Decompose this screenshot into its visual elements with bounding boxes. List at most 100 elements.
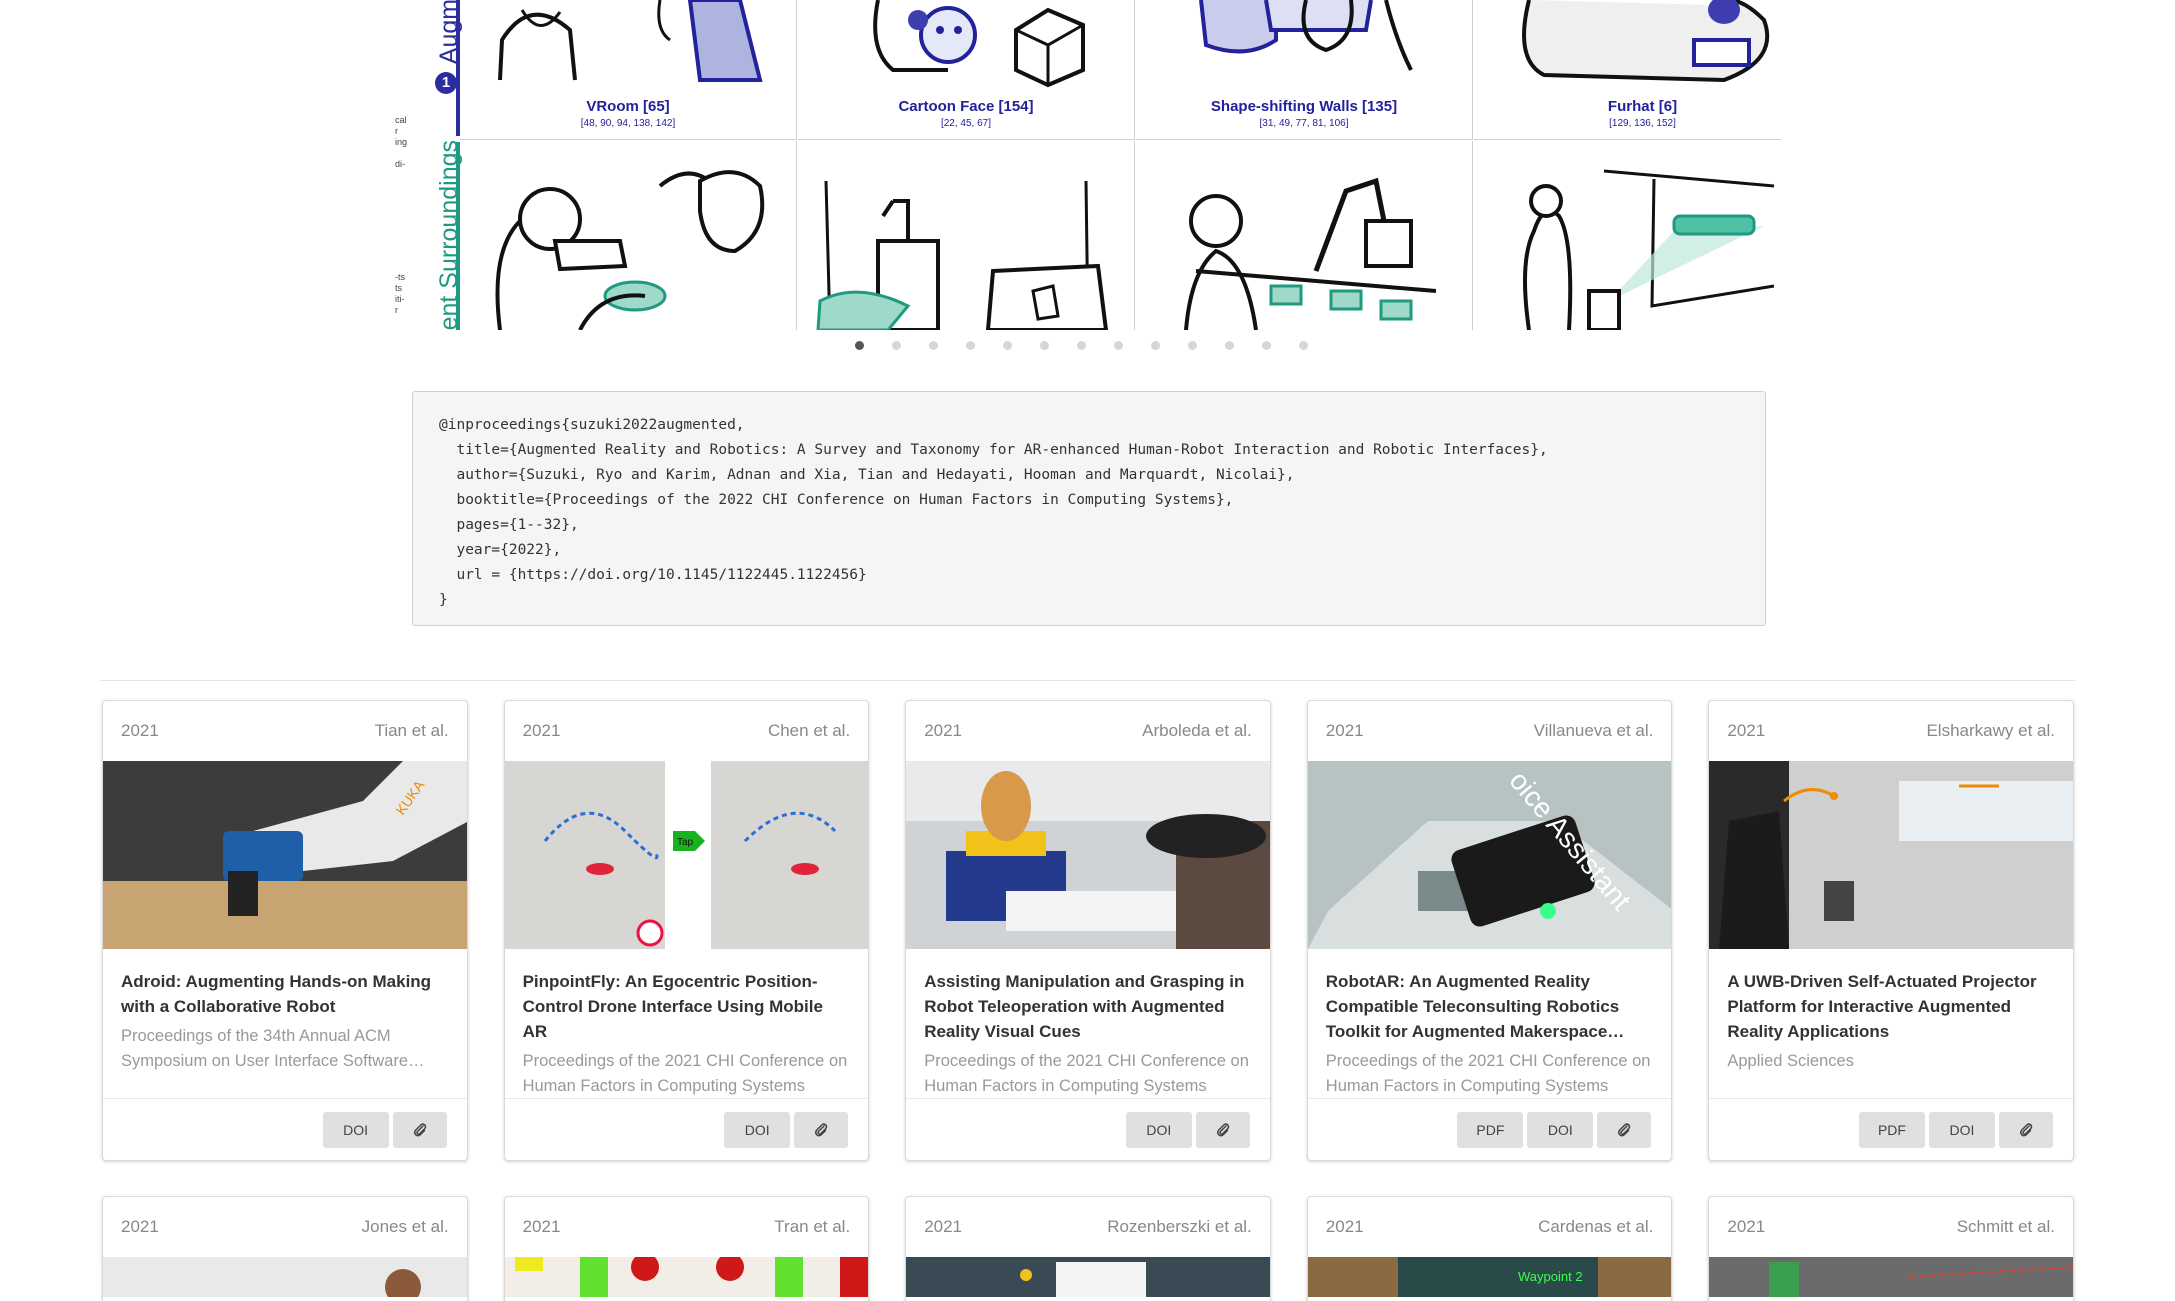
attach-button[interactable] [794, 1111, 849, 1148]
figure-cell-refs: [22, 45, 67] [940, 118, 992, 129]
tap-label-text: Tap [677, 837, 694, 848]
doi-button[interactable]: DOI [1125, 1111, 1192, 1148]
bibtex-citation: @inproceedings{suzuki2022augmented, titl… [412, 391, 1766, 626]
card-authors: Chen et al. [767, 721, 851, 740]
figure-carousel[interactable]: cal r ing di- -ts ts iti-r Augme 1 ent Surro… [395, 0, 1781, 330]
section-divider [100, 680, 2075, 681]
carousel-dot[interactable] [929, 341, 938, 350]
card-authors: Cardenas et al. [1538, 1217, 1654, 1236]
card-year: 2021 [924, 1217, 963, 1236]
card-header: 2021 Jones et al. [103, 1197, 467, 1257]
carousel-dot[interactable] [1151, 341, 1160, 350]
card-header: 2021 Cardenas et al. [1308, 1197, 1672, 1257]
carousel-dot[interactable] [892, 341, 901, 350]
paper-venue: Applied Sciences [1727, 1052, 1854, 1070]
bibtex-line: } [439, 592, 448, 608]
doi-button[interactable]: DOI [322, 1111, 389, 1148]
paper-thumbnail[interactable] [103, 1257, 467, 1301]
paper-card[interactable]: 2021 Villanueva et al. oice Assistant Ro… [1306, 700, 1673, 1161]
figure-cell-illustration [460, 141, 797, 330]
paper-thumbnail[interactable] [906, 1257, 1270, 1301]
side-text-fragment: cal r ing di- [395, 115, 408, 169]
carousel-dot[interactable] [1040, 341, 1049, 350]
figure-cell-refs: [129, 136, 152] [1609, 118, 1676, 129]
card-year: 2021 [1325, 1217, 1364, 1236]
paper-thumbnail[interactable]: oice Assistant [1307, 761, 1672, 949]
paper-title[interactable]: PinpointFly: An Egocentric Position-Cont… [523, 969, 851, 1044]
carousel-dot[interactable] [1114, 341, 1123, 350]
card-actions: PDF DOI [1709, 1098, 2073, 1160]
attach-button[interactable] [1195, 1111, 1250, 1148]
card-year: 2021 [1325, 721, 1364, 740]
related-papers-row: 2021 Tian et al. KUKA Adroid: Augmenting… [102, 700, 2074, 1161]
attach-button[interactable] [1597, 1111, 1652, 1148]
paper-card[interactable]: 2021 Arboleda et al. Assisting Manipulat… [905, 700, 1271, 1161]
paper-title[interactable]: Adroid: Augmenting Hands-on Making with … [121, 969, 449, 1019]
doi-button[interactable]: DOI [724, 1111, 791, 1148]
paper-card[interactable]: 2021 Rozenberszki et al. [905, 1196, 1271, 1301]
card-header: 2021 Rozenberszki et al. [906, 1197, 1270, 1257]
paper-thumbnail[interactable]: Tap [504, 761, 869, 949]
paper-thumbnail[interactable] [504, 1257, 869, 1301]
carousel-dot[interactable] [1003, 341, 1012, 350]
attach-button[interactable] [392, 1111, 447, 1148]
card-year: 2021 [924, 721, 963, 740]
figure-cell-cartoon-face: Cartoon Face [154] [22, 45, 67] [798, 0, 1135, 140]
card-authors: Schmitt et al. [1956, 1217, 2055, 1236]
card-authors: Tian et al. [374, 721, 449, 740]
card-year: 2021 [1727, 1217, 1766, 1236]
paperclip-icon [1216, 1122, 1230, 1136]
carousel-dot[interactable] [1225, 341, 1234, 350]
doi-button[interactable]: DOI [1527, 1111, 1594, 1148]
paper-thumbnail[interactable]: KUKA [103, 761, 467, 949]
card-authors: Rozenberszki et al. [1107, 1217, 1252, 1236]
card-actions: DOI [504, 1098, 869, 1160]
card-authors: Villanueva et al. [1533, 721, 1654, 740]
carousel-dot[interactable] [1262, 341, 1271, 350]
paper-title[interactable]: RobotAR: An Augmented Reality Compatible… [1326, 969, 1654, 1044]
card-actions: DOI [103, 1098, 467, 1160]
taxonomy-figure: cal r ing di- -ts ts iti-r Augme 1 ent Surro… [395, 0, 1781, 330]
figure-cell-furhat: Furhat [6] [129, 136, 152] [1474, 0, 1781, 140]
paper-title[interactable]: A UWB-Driven Self-Actuated Projector Pla… [1727, 969, 2055, 1044]
bibtex-line: booktitle={Proceedings of the 2022 CHI C… [439, 492, 1234, 508]
carousel-dot[interactable] [855, 341, 864, 350]
card-year: 2021 [121, 721, 159, 740]
paper-thumbnail[interactable] [1709, 761, 2073, 949]
paper-card[interactable]: 2021 Elsharkawy et al. A UWB-Driven Self… [1708, 700, 2074, 1161]
paper-venue: Proceedings of the 34th Annual ACM Sympo… [121, 1027, 425, 1070]
carousel-dot[interactable] [1077, 341, 1086, 350]
paperclip-icon [413, 1122, 426, 1136]
card-year: 2021 [121, 1217, 159, 1236]
paper-title[interactable]: Assisting Manipulation and Grasping in R… [924, 969, 1252, 1044]
carousel-dot[interactable] [1188, 341, 1197, 350]
related-papers-row: 2021 Jones et al. 2021 Tran et al. 2021 … [102, 1196, 2074, 1301]
pdf-button[interactable]: PDF [1457, 1111, 1524, 1148]
card-authors: Elsharkawy et al. [1926, 721, 2055, 740]
figure-cell-title: Furhat [6] [1607, 98, 1678, 115]
paper-card[interactable]: 2021 Schmitt et al. [1708, 1196, 2074, 1301]
paper-card[interactable]: 2021 Chen et al. Tap PinpointFly: An Ego… [503, 700, 870, 1161]
bibtex-line: author={Suzuki, Ryo and Karim, Adnan and… [439, 467, 1295, 483]
card-header: 2021 Villanueva et al. [1308, 701, 1672, 761]
carousel-dot[interactable] [966, 341, 975, 350]
paper-thumbnail[interactable] [906, 761, 1270, 949]
paper-card[interactable]: 2021 Cardenas et al. Waypoint 2 [1306, 1196, 1673, 1301]
card-header: 2021 Tian et al. [103, 701, 467, 761]
carousel-dot[interactable] [1299, 341, 1308, 350]
pdf-button[interactable]: PDF [1858, 1111, 1925, 1148]
paperclip-icon [815, 1122, 828, 1136]
side-text-fragment: -ts ts iti-r [395, 272, 405, 315]
paper-venue: Proceedings of the 2021 CHI Conference o… [522, 1052, 848, 1095]
paper-card[interactable]: 2021 Tran et al. [503, 1196, 870, 1301]
figure-cell-illustration [1474, 141, 1781, 330]
paper-thumbnail[interactable]: Waypoint 2 [1307, 1257, 1672, 1301]
card-authors: Jones et al. [361, 1217, 449, 1236]
paper-thumbnail[interactable] [1709, 1257, 2073, 1301]
figure-cell-title: VRoom [65] [586, 98, 670, 115]
paper-card[interactable]: 2021 Tian et al. KUKA Adroid: Augmenting… [102, 700, 468, 1161]
paper-card[interactable]: 2021 Jones et al. [102, 1196, 468, 1301]
row-label-augment: Augme 1 [413, 0, 463, 136]
doi-button[interactable]: DOI [1928, 1111, 1995, 1148]
attach-button[interactable] [1998, 1111, 2053, 1148]
